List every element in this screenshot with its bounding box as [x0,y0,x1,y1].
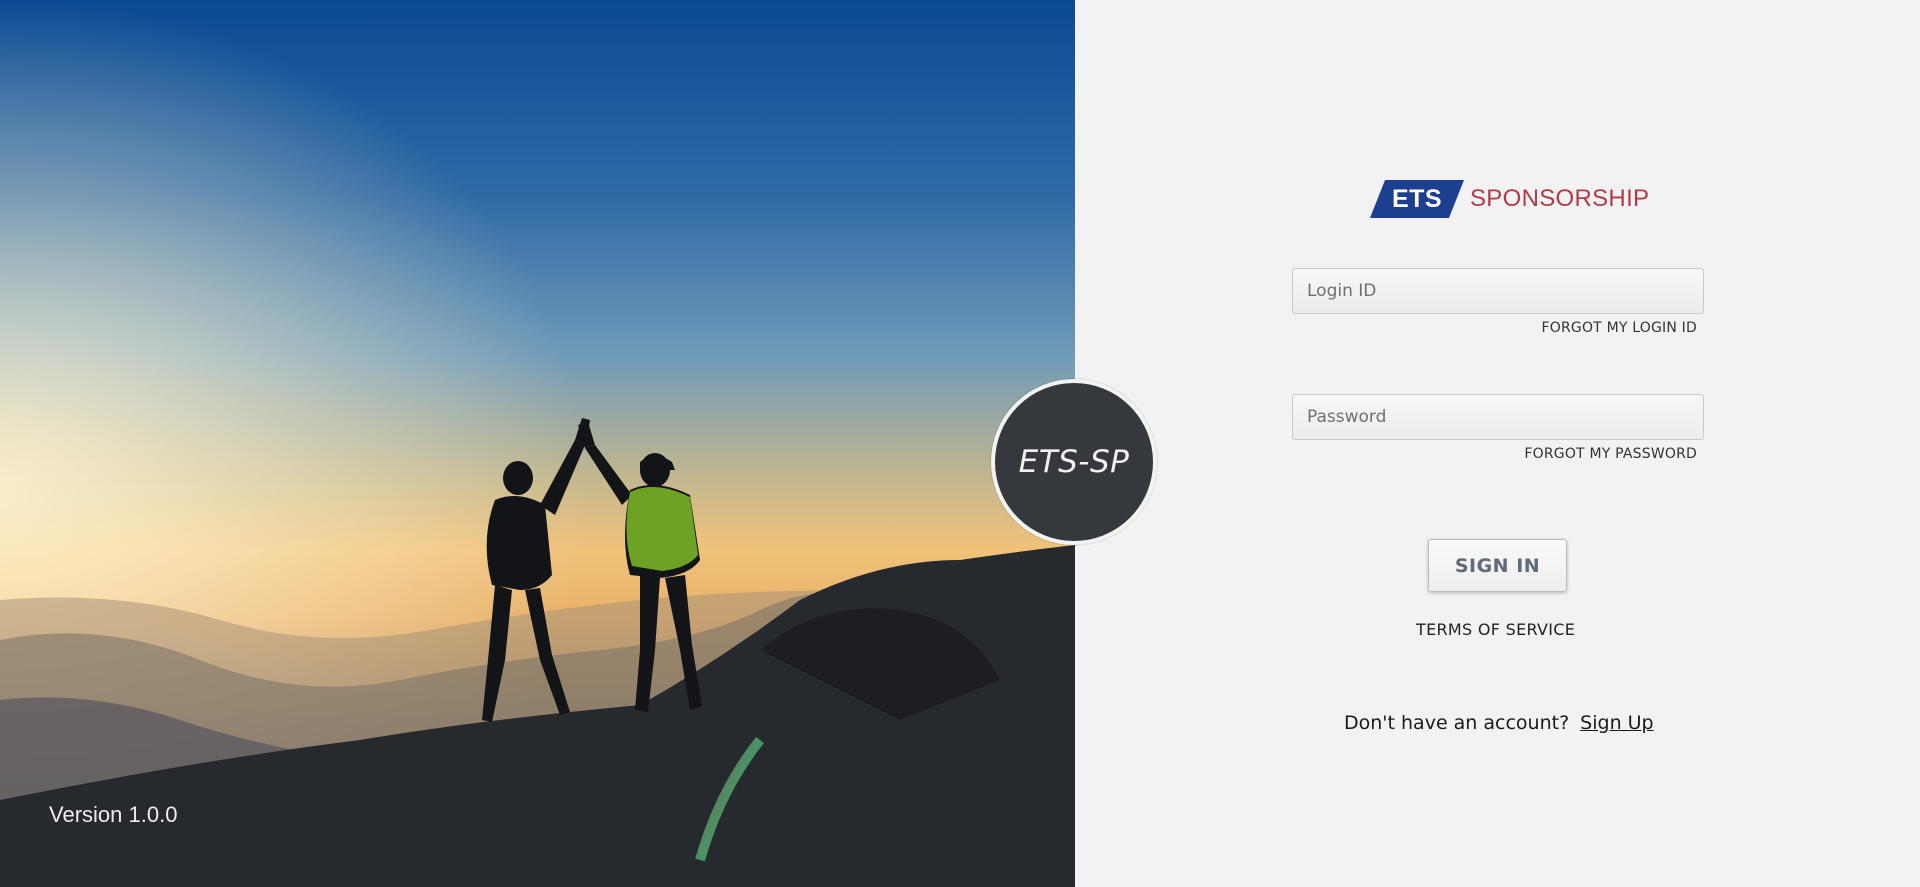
logo-mark-text: ETS [1391,184,1443,213]
emblem-text: ETS-SP [1018,444,1130,480]
no-account-text: Don't have an account? [1344,712,1570,734]
terms-of-service-link[interactable]: TERMS OF SERVICE [1416,620,1575,639]
forgot-login-id-link[interactable]: FORGOT MY LOGIN ID [1542,320,1697,336]
logo-mark: ETS [1370,180,1464,218]
forgot-password-link[interactable]: FORGOT MY PASSWORD [1524,446,1697,462]
logo-brand-text: SPONSORSHIP [1470,185,1650,212]
signup-prompt: Don't have an account? Sign Up [1344,712,1654,734]
login-id-input[interactable] [1292,268,1704,314]
sign-up-link[interactable]: Sign Up [1580,712,1653,734]
sign-in-button[interactable]: SIGN IN [1428,539,1567,592]
password-input[interactable] [1292,394,1704,440]
version-label: Version 1.0.0 [49,802,178,827]
brand-logo: ETS SPONSORSHIP [1370,180,1649,218]
hero-image-panel: Version 1.0.0 [0,0,1075,887]
app-emblem: ETS-SP [991,379,1157,545]
hero-landscape-image [0,0,1075,887]
